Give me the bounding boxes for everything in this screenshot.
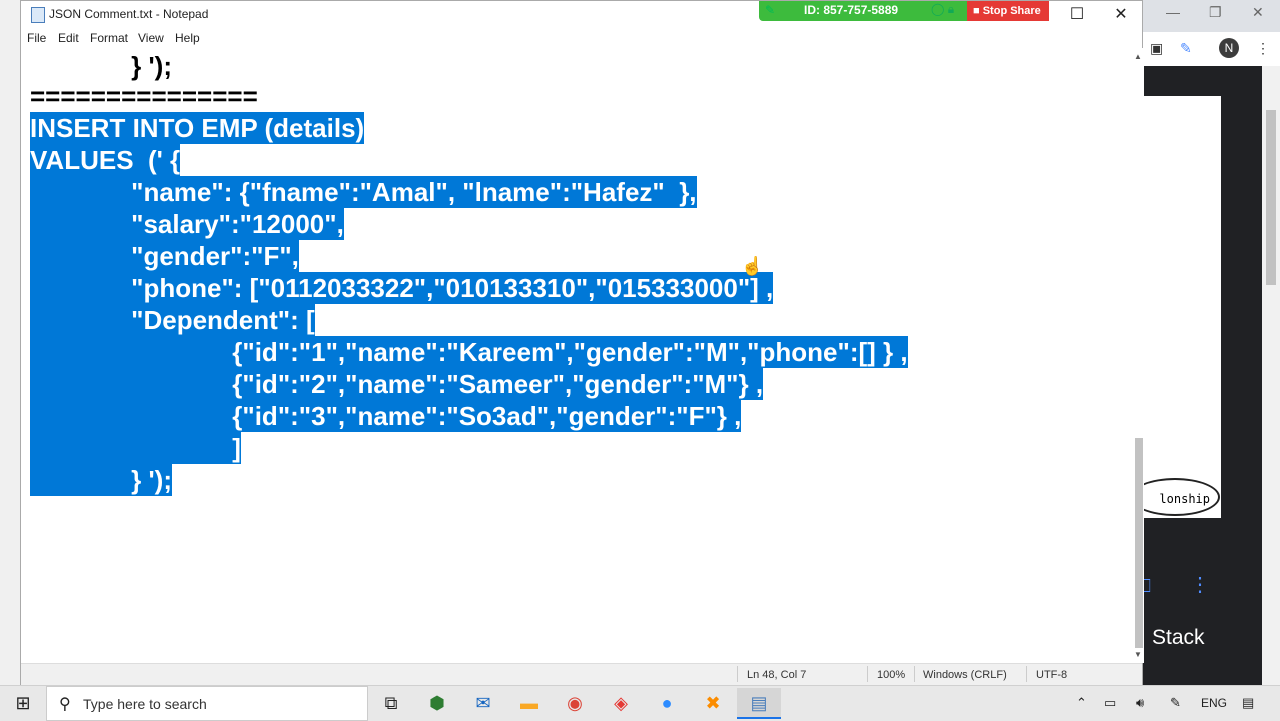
- scroll-down-icon[interactable]: ▼: [1134, 650, 1142, 659]
- background-scrollbar-thumb[interactable]: [1266, 110, 1276, 285]
- background-close-icon[interactable]: ✕: [1252, 4, 1264, 21]
- app-icon[interactable]: ⬢: [415, 688, 459, 719]
- profile-avatar[interactable]: N: [1219, 38, 1239, 58]
- more-options-icon[interactable]: ⋮: [1188, 572, 1212, 604]
- xampp-icon[interactable]: ✖: [691, 688, 735, 719]
- code-line: "phone": ["0112033322","010133310","0153…: [30, 272, 774, 304]
- menu-file[interactable]: File: [27, 31, 46, 45]
- task-view-icon[interactable]: ⧉: [369, 688, 413, 719]
- search-icon: ⚲: [59, 696, 71, 713]
- status-divider: [737, 666, 738, 682]
- text-editor[interactable]: } '); =============== INSERT INTO EMP (d…: [22, 48, 1133, 663]
- cursor-position: Ln 48, Col 7: [747, 669, 807, 681]
- status-divider: [914, 666, 915, 682]
- taskbar-search[interactable]: ⚲ Type here to search: [46, 686, 368, 721]
- search-placeholder: Type here to search: [83, 696, 207, 712]
- hand-cursor-icon: ☝: [741, 256, 764, 276]
- mail-icon[interactable]: ✉: [461, 688, 505, 719]
- title-bar[interactable]: JSON Comment.txt - Notepad ✎ ID: 857-757…: [21, 1, 1142, 29]
- background-dark-strip: [1248, 66, 1262, 685]
- file-explorer-icon[interactable]: ▬: [507, 688, 551, 719]
- menu-bar: File Edit Format View Help: [21, 29, 1142, 48]
- menu-view[interactable]: View: [138, 31, 164, 45]
- stop-icon: ■: [973, 5, 980, 17]
- menu-format[interactable]: Format: [90, 31, 128, 45]
- stack-label: Stack: [1152, 626, 1205, 649]
- code-line: {"id":"2","name":"Sameer","gender":"M"} …: [30, 368, 764, 400]
- code-line: ===============: [30, 81, 258, 111]
- zoom-level: 100%: [877, 669, 906, 681]
- volume-icon[interactable]: 🔊︎: [1136, 695, 1144, 711]
- code-line: } ');: [30, 464, 172, 496]
- code-line: {"id":"1","name":"Kareem","gender":"M","…: [30, 336, 908, 368]
- code-line: "salary":"12000",: [30, 208, 344, 240]
- taskbar: ⊞ ⚲ Type here to search ⧉ ⬢ ✉ ▬ ◉ ◈ ● ✖ …: [0, 685, 1280, 721]
- code-line: {"id":"3","name":"So3ad","gender":"F"} ,: [30, 400, 742, 432]
- pen-icon[interactable]: ✎: [1170, 695, 1181, 711]
- background-restore-icon[interactable]: ❐: [1209, 4, 1222, 21]
- code-line: } ');: [30, 51, 172, 81]
- notifications-icon[interactable]: ▤: [1242, 695, 1254, 711]
- editor-scrollbar-thumb[interactable]: [1135, 438, 1143, 648]
- status-divider: [1026, 666, 1027, 682]
- close-button[interactable]: ✕: [1099, 1, 1143, 29]
- notepad-window: JSON Comment.txt - Notepad ✎ ID: 857-757…: [20, 0, 1144, 686]
- code-line: "Dependent": [: [30, 304, 315, 336]
- stop-share-label: Stop Share: [982, 5, 1041, 17]
- annotate-icon[interactable]: ✎: [765, 3, 775, 17]
- notepad-icon: [31, 7, 45, 23]
- chrome-icon[interactable]: ◉: [553, 688, 597, 719]
- status-divider: [867, 666, 868, 682]
- code-line: ]: [30, 432, 241, 464]
- notepad-taskbar-icon[interactable]: ▤: [737, 688, 781, 719]
- share-status-icons: ◯ 🔒︎: [931, 2, 955, 16]
- language-indicator[interactable]: ENG: [1201, 696, 1227, 710]
- code-line: VALUES (' {: [30, 144, 181, 176]
- extension-icon[interactable]: ▣: [1150, 40, 1163, 57]
- start-button[interactable]: ⊞: [0, 686, 46, 721]
- screen-share-bar: ✎ ID: 857-757-5889 ◯ 🔒︎ ■ Stop Share: [759, 1, 1049, 21]
- browser-menu-icon[interactable]: ⋮: [1256, 40, 1270, 57]
- scroll-up-icon[interactable]: ▲: [1134, 52, 1142, 61]
- battery-icon[interactable]: ▭: [1104, 695, 1116, 711]
- background-minimize-icon[interactable]: —: [1166, 4, 1180, 20]
- line-ending: Windows (CRLF): [923, 669, 1007, 681]
- maximize-button[interactable]: ☐: [1055, 1, 1099, 29]
- code-line: "gender":"F",: [30, 240, 299, 272]
- show-hidden-icons[interactable]: ⌃: [1076, 695, 1087, 711]
- window-title: JSON Comment.txt - Notepad: [49, 7, 209, 21]
- zoom-icon[interactable]: ●: [645, 688, 689, 719]
- stop-share-button[interactable]: ■ Stop Share: [967, 1, 1049, 21]
- windows-logo-icon: ⊞: [15, 693, 31, 713]
- editor-scrollbar[interactable]: ▲ ▼: [1133, 48, 1144, 663]
- status-bar: Ln 48, Col 7 100% Windows (CRLF) UTF-8: [21, 663, 1142, 686]
- menu-help[interactable]: Help: [175, 31, 200, 45]
- menu-edit[interactable]: Edit: [58, 31, 79, 45]
- background-document-page: [1143, 96, 1221, 518]
- pen-extension-icon[interactable]: ✎: [1180, 40, 1192, 57]
- encoding: UTF-8: [1036, 669, 1068, 681]
- vivaldi-icon[interactable]: ◈: [599, 688, 643, 719]
- meeting-id: ID: 857-757-5889: [804, 3, 899, 17]
- code-line: INSERT INTO EMP (details): [30, 112, 365, 144]
- code-line: "name": {"fname":"Amal", "lname":"Hafez"…: [30, 176, 697, 208]
